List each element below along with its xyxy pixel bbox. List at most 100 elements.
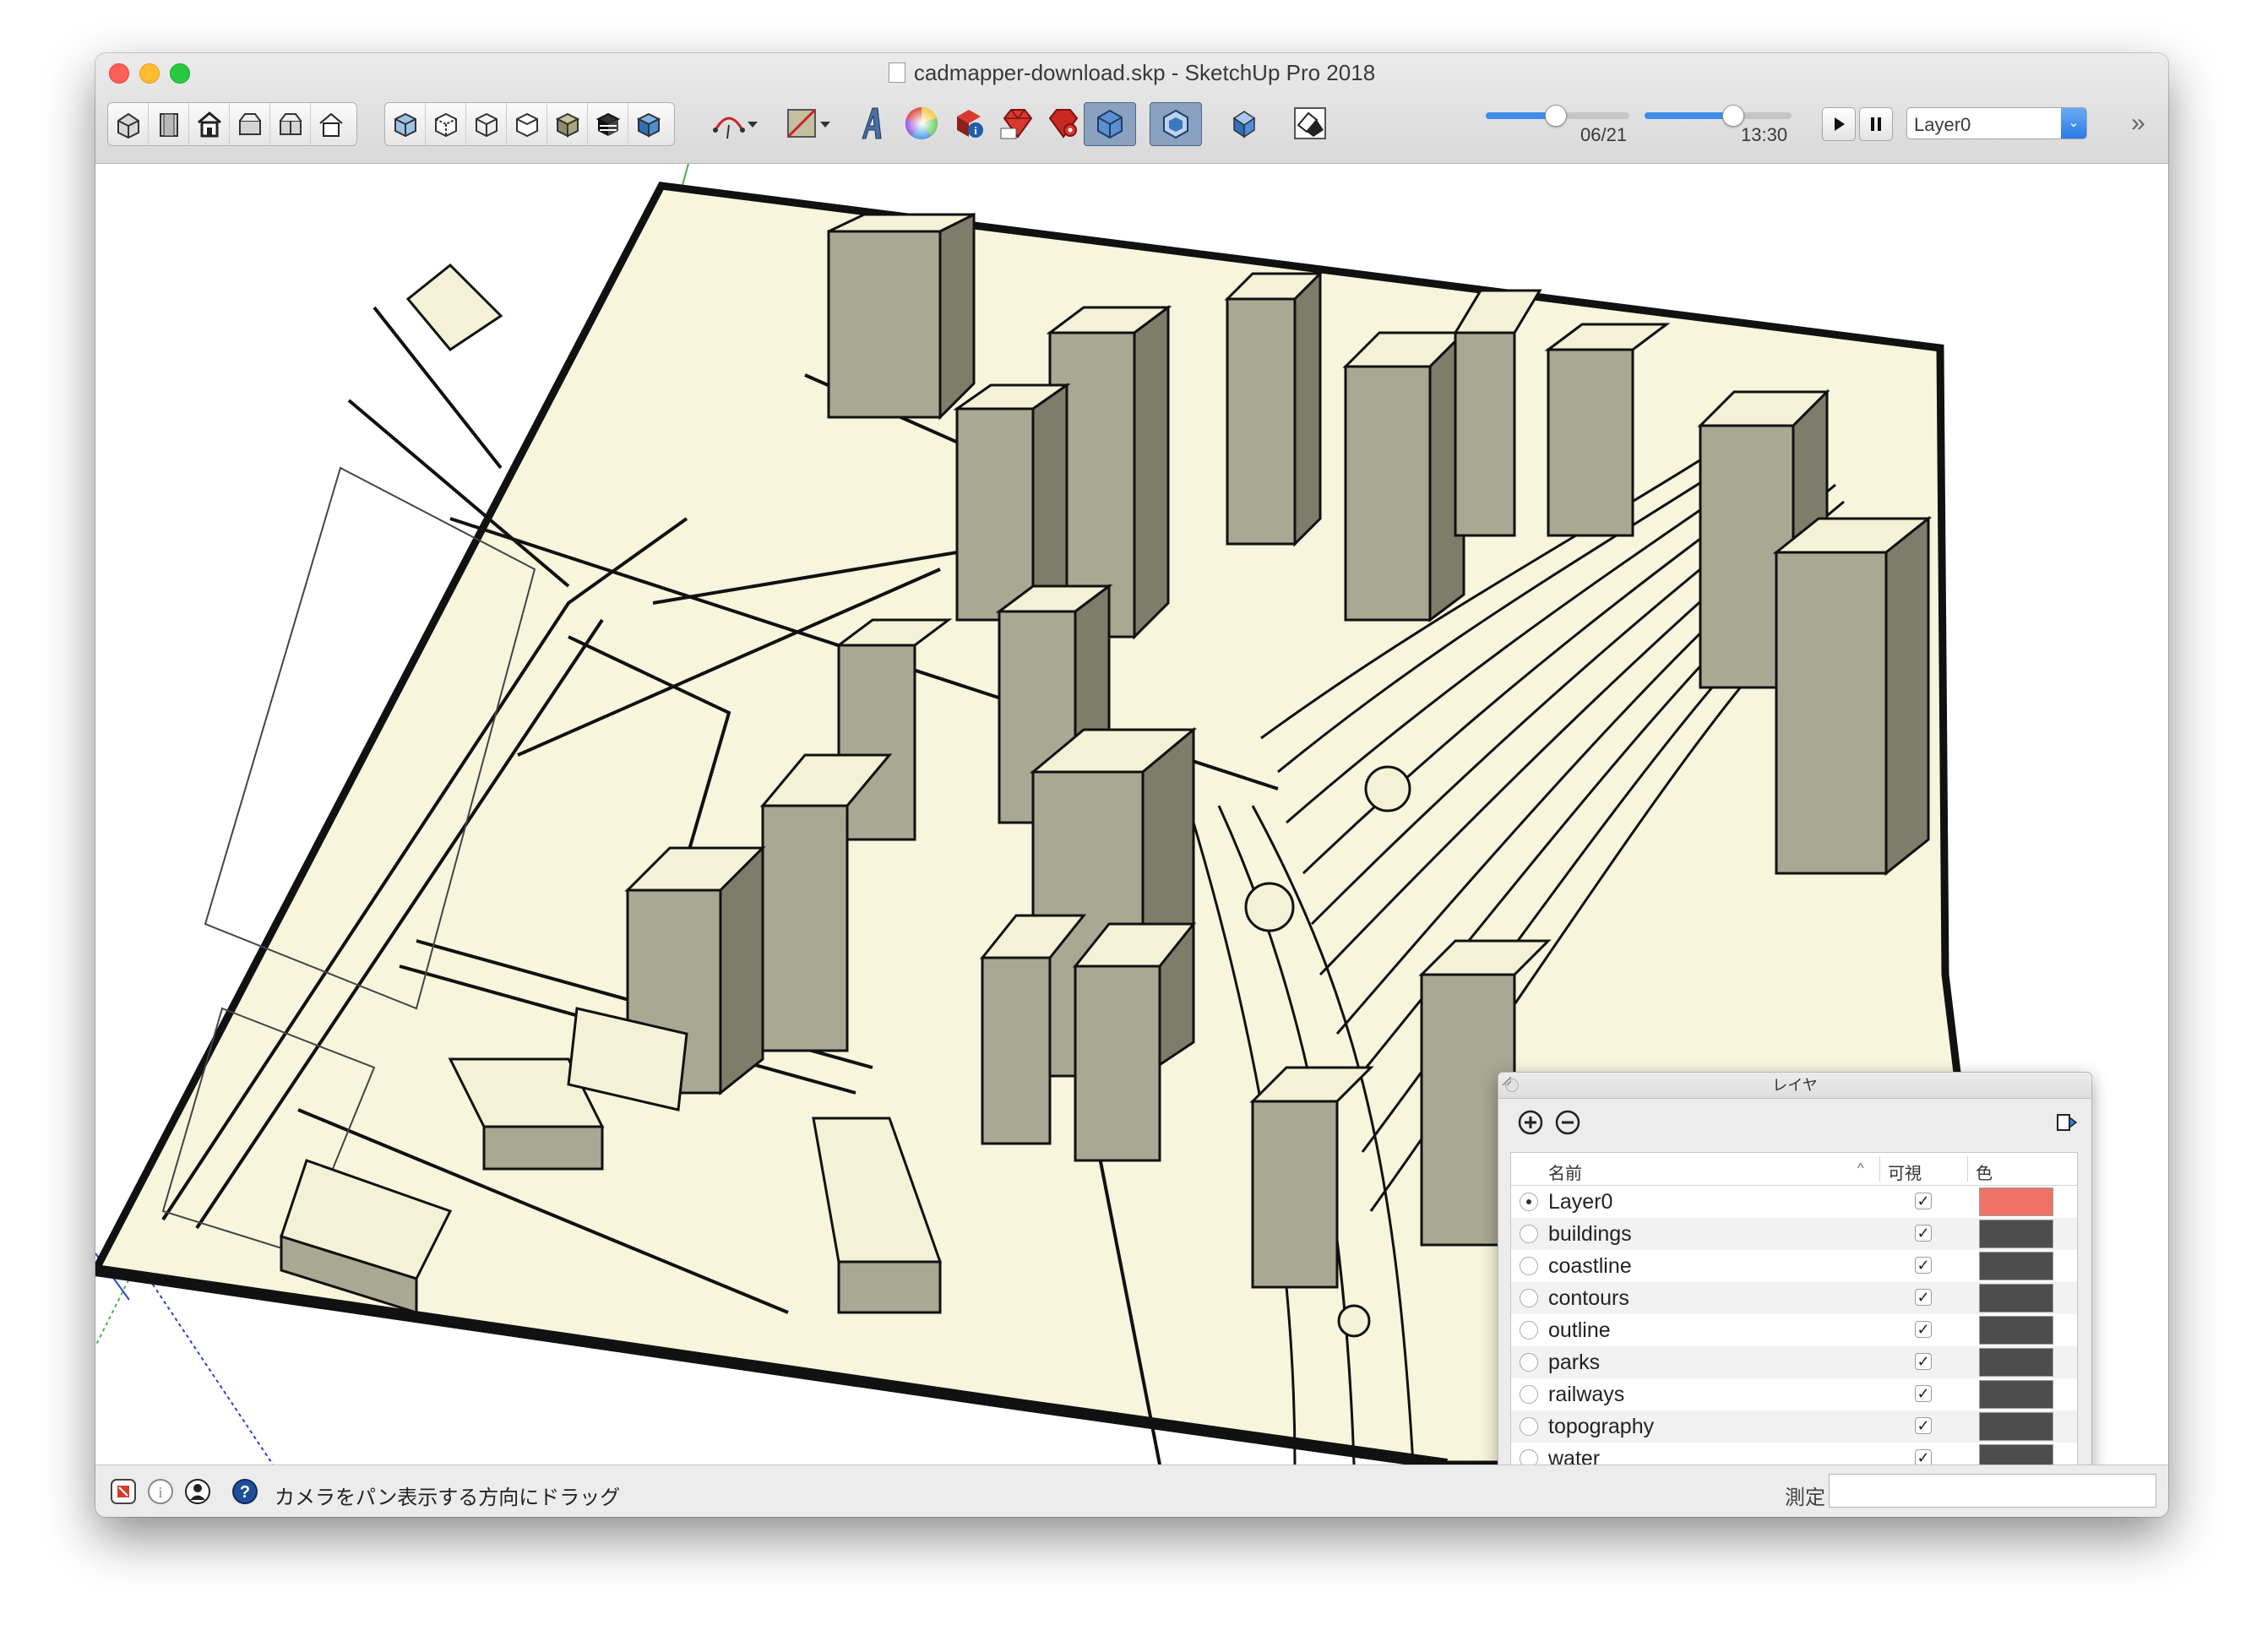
right-view-button[interactable] xyxy=(230,103,270,145)
layer-visible-checkbox[interactable]: ✓ xyxy=(1915,1193,1932,1209)
toolbar-overflow-button[interactable]: » xyxy=(2131,109,2145,138)
component-attributes-button[interactable] xyxy=(1150,102,1202,146)
layer-name[interactable]: buildings xyxy=(1548,1222,1632,1247)
building xyxy=(1884,515,1930,877)
column-header-visible[interactable]: 可視 xyxy=(1888,1160,1922,1184)
left-view-button[interactable] xyxy=(311,103,351,145)
active-layer-radio[interactable] xyxy=(1520,1417,1538,1436)
layer-row[interactable]: buildings ✓ xyxy=(1511,1218,2077,1250)
generate-report-button[interactable] xyxy=(1219,102,1270,144)
add-layer-button[interactable] xyxy=(1517,1109,1544,1136)
xray-style-button[interactable] xyxy=(385,103,426,145)
shaded-textures-style-button[interactable] xyxy=(588,103,628,145)
extension-manager-button[interactable] xyxy=(1038,102,1089,144)
rectangle-tool-dropdown[interactable] xyxy=(815,102,835,144)
active-layer-radio[interactable] xyxy=(1520,1225,1538,1243)
active-layer-radio[interactable] xyxy=(1520,1449,1538,1465)
arc-tool-dropdown[interactable] xyxy=(742,102,763,144)
help-icon[interactable]: ? xyxy=(231,1477,259,1506)
layer-row[interactable]: parks ✓ xyxy=(1511,1346,2077,1378)
layer-color-swatch[interactable] xyxy=(1979,1316,2053,1345)
3d-text-tool-button[interactable] xyxy=(847,102,898,144)
layer-visible-checkbox[interactable]: ✓ xyxy=(1915,1225,1932,1242)
layer-name[interactable]: railways xyxy=(1548,1383,1624,1407)
layer-row[interactable]: coastline ✓ xyxy=(1511,1250,2077,1282)
model-info-button[interactable]: i xyxy=(943,102,994,144)
resize-grip-icon[interactable] xyxy=(1498,1073,1512,1086)
layer-visible-checkbox[interactable]: ✓ xyxy=(1915,1417,1932,1434)
layer-row[interactable]: Layer0 ✓ xyxy=(1511,1186,2077,1218)
layer-visible-checkbox[interactable]: ✓ xyxy=(1915,1321,1932,1338)
layer-details-button[interactable] xyxy=(2053,1109,2080,1136)
user-account-icon[interactable] xyxy=(183,1477,212,1506)
column-header-name[interactable]: 名前 xyxy=(1548,1160,1582,1184)
layer-visible-checkbox[interactable]: ✓ xyxy=(1915,1257,1932,1274)
component-icon xyxy=(1097,109,1123,139)
back-edges-style-button[interactable] xyxy=(426,103,466,145)
shaded-textures-style-icon xyxy=(595,112,620,136)
layer-color-swatch[interactable] xyxy=(1979,1444,2053,1465)
station-dome xyxy=(1244,882,1295,932)
active-layer-radio[interactable] xyxy=(1520,1321,1538,1340)
current-layer-select[interactable]: Layer0 ⌄ xyxy=(1906,107,2087,139)
active-layer-radio[interactable] xyxy=(1520,1193,1538,1211)
layer-name[interactable]: coastline xyxy=(1548,1254,1632,1279)
active-layer-radio[interactable] xyxy=(1520,1385,1538,1404)
layer-name[interactable]: contours xyxy=(1548,1286,1629,1311)
layer-name[interactable]: Layer0 xyxy=(1548,1190,1612,1215)
layer-visible-checkbox[interactable]: ✓ xyxy=(1915,1353,1932,1370)
layer-visible-checkbox[interactable]: ✓ xyxy=(1915,1449,1932,1465)
active-layer-radio[interactable] xyxy=(1520,1289,1538,1307)
layer-name[interactable]: topography xyxy=(1548,1415,1654,1439)
building xyxy=(981,956,1052,1145)
materials-button[interactable] xyxy=(896,102,947,144)
measurements-input[interactable] xyxy=(1829,1474,2156,1508)
layer-color-swatch[interactable] xyxy=(1979,1220,2053,1248)
layer-name[interactable]: water xyxy=(1548,1447,1600,1465)
column-header-color[interactable]: 色 xyxy=(1976,1160,1993,1184)
3d-text-icon xyxy=(862,107,882,139)
monochrome-style-icon xyxy=(636,112,661,138)
sketchup-window: cadmapper-download.skp - SketchUp Pro 20… xyxy=(95,53,2168,1517)
extension-warehouse-button[interactable] xyxy=(992,102,1043,144)
layer-color-swatch[interactable] xyxy=(1979,1252,2053,1280)
model-viewport[interactable]: レイヤ 名前 ^ 可視 色 Layer0 ✓ buildings ✓ coastline… xyxy=(95,164,2168,1465)
top-view-button[interactable] xyxy=(149,103,189,145)
credits-icon[interactable]: i xyxy=(146,1477,175,1506)
front-view-button[interactable] xyxy=(189,103,230,145)
layer-color-swatch[interactable] xyxy=(1979,1348,2053,1377)
active-layer-radio[interactable] xyxy=(1520,1353,1538,1372)
shadow-date-knob[interactable] xyxy=(1545,105,1567,127)
layer-row[interactable]: contours ✓ xyxy=(1511,1282,2077,1314)
layer-visible-checkbox[interactable]: ✓ xyxy=(1915,1385,1932,1402)
layer-color-swatch[interactable] xyxy=(1979,1187,2053,1216)
status-hint-text: カメラをパン表示する方向にドラッグ xyxy=(275,1486,621,1509)
shaded-style-button[interactable] xyxy=(547,103,588,145)
layer-color-swatch[interactable] xyxy=(1979,1284,2053,1312)
layer-row[interactable]: outline ✓ xyxy=(1511,1314,2077,1346)
monochrome-style-button[interactable] xyxy=(628,103,669,145)
pause-animation-button[interactable] xyxy=(1859,107,1893,141)
shadow-date-slider[interactable] xyxy=(1486,105,1629,127)
shadows-toggle-button[interactable] xyxy=(1285,102,1335,144)
play-animation-button[interactable] xyxy=(1822,107,1856,141)
active-layer-radio[interactable] xyxy=(1520,1257,1538,1275)
layer-visible-checkbox[interactable]: ✓ xyxy=(1915,1289,1932,1306)
layer-name[interactable]: parks xyxy=(1548,1350,1600,1375)
hidden-line-style-button[interactable] xyxy=(507,103,547,145)
geolocation-icon[interactable] xyxy=(109,1477,138,1506)
layer-row[interactable]: railways ✓ xyxy=(1511,1378,2077,1410)
iso-view-button[interactable] xyxy=(108,103,149,145)
delete-layer-button[interactable] xyxy=(1554,1109,1581,1136)
building xyxy=(837,1260,942,1314)
wireframe-style-button[interactable] xyxy=(466,103,507,145)
layer-row[interactable]: topography ✓ xyxy=(1511,1410,2077,1443)
building xyxy=(761,804,849,1052)
layer-row[interactable]: water ✓ xyxy=(1511,1443,2077,1465)
shadow-time-slider[interactable] xyxy=(1645,105,1792,127)
layer-color-swatch[interactable] xyxy=(1979,1412,2053,1441)
layer-color-swatch[interactable] xyxy=(1979,1380,2053,1409)
layer-name[interactable]: outline xyxy=(1548,1318,1611,1343)
back-view-button[interactable] xyxy=(270,103,311,145)
component-options-button[interactable] xyxy=(1084,102,1136,146)
